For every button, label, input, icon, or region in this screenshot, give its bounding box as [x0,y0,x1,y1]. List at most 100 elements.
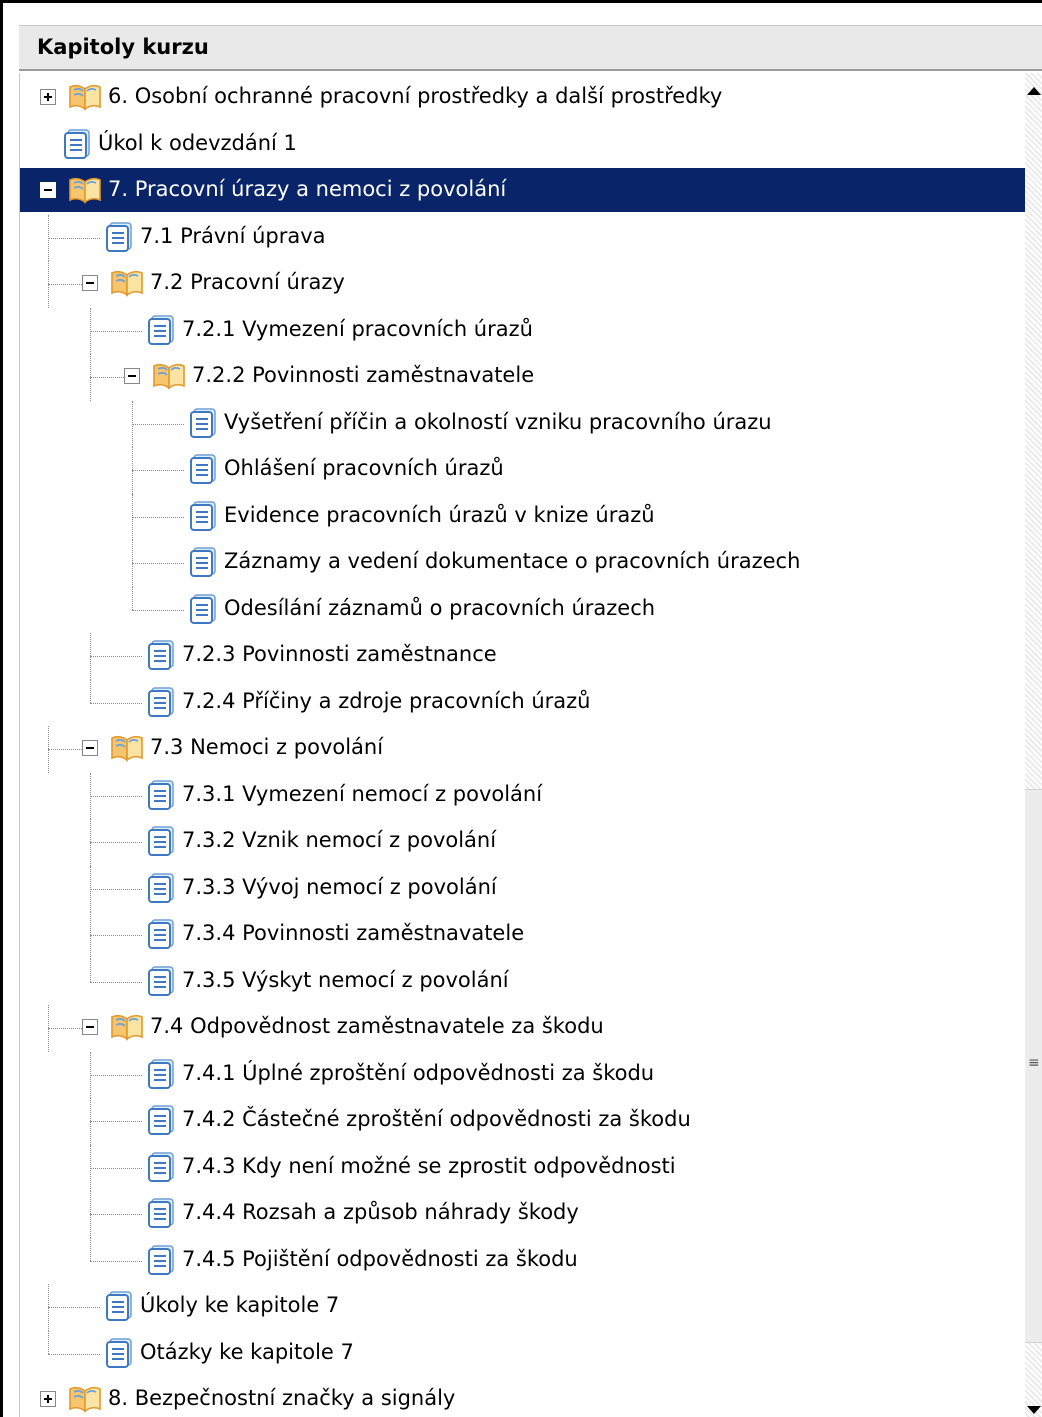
tree-node-label[interactable]: 7.3.4 Povinnosti zaměstnavatele [182,921,524,946]
tree-guide-connector [48,284,82,286]
grip-icon: ≡ [1028,1055,1040,1071]
collapse-icon[interactable] [40,182,56,198]
tree-node-label[interactable]: 7.4.4 Rozsah a způsob náhrady škody [182,1200,579,1225]
tree-node-label[interactable]: 7.2 Pracovní úrazy [150,270,345,295]
document-icon [146,1151,176,1183]
tree-node-label[interactable]: 7.1 Právní úprava [140,224,326,249]
scroll-down-icon[interactable] [1027,1406,1041,1414]
tree-node[interactable]: Úkol k odevzdání 1 [20,122,1026,166]
tree-node-label[interactable]: Úkol k odevzdání 1 [98,131,297,156]
tree-node-label[interactable]: 7.4 Odpovědnost zaměstnavatele za škodu [150,1014,604,1039]
tree-node[interactable]: 7.4.2 Částečné zproštění odpovědnosti za… [20,1098,1026,1142]
tree-node[interactable]: 7.4.4 Rozsah a způsob náhrady škody [20,1191,1026,1235]
collapse-icon[interactable] [82,275,98,291]
tree-node-label[interactable]: 7.4.3 Kdy není možné se zprostit odpověd… [182,1154,676,1179]
tree-node-label[interactable]: 7.4.2 Částečné zproštění odpovědnosti za… [182,1107,691,1132]
tree-node[interactable]: Otázky ke kapitole 7 [20,1331,1026,1375]
tree-node[interactable]: Záznamy a vedení dokumentace o pracovníc… [20,540,1026,584]
document-icon [146,314,176,346]
tree-node[interactable]: 7.3.2 Vznik nemocí z povolání [20,819,1026,863]
tree-node-label[interactable]: 7.2.2 Povinnosti zaměstnavatele [192,363,534,388]
tree-node-label[interactable]: 7.3.2 Vznik nemocí z povolání [182,828,496,853]
document-icon [188,407,218,439]
document-icon [146,965,176,997]
tree-node[interactable]: 7.3.4 Povinnosti zaměstnavatele [20,912,1026,956]
tree-guide-connector [132,609,184,611]
tree-node-label[interactable]: 7.4.5 Pojištění odpovědnosti za škodu [182,1247,578,1272]
scrollbar-thumb[interactable]: ≡ [1025,789,1042,1343]
tree-node[interactable]: 7.3.5 Výskyt nemocí z povolání [20,959,1026,1003]
chapter-tree[interactable]: 6. Osobní ochranné pracovní prostředky a… [19,73,1026,1417]
tree-node-label[interactable]: Záznamy a vedení dokumentace o pracovníc… [224,549,800,574]
document-icon [104,221,134,253]
tree-node[interactable]: 7.4.5 Pojištění odpovědnosti za škodu [20,1238,1026,1282]
tree-node[interactable]: 7.3 Nemoci z povolání [20,726,1026,770]
tree-node-label[interactable]: 7.2.4 Příčiny a zdroje pracovních úrazů [182,689,591,714]
tree-node[interactable]: 7.2 Pracovní úrazy [20,261,1026,305]
tree-guide-connector [48,749,82,751]
tree-node-label[interactable]: Odesílání záznamů o pracovních úrazech [224,596,655,621]
panel-title: Kapitoly kurzu [37,35,209,59]
tree-node[interactable]: Evidence pracovních úrazů v knize úrazů [20,494,1026,538]
tree-node-label[interactable]: Vyšetření příčin a okolností vzniku prac… [224,410,772,435]
document-icon [188,453,218,485]
document-icon [146,639,176,671]
tree-guide-connector [48,1028,82,1030]
tree-node-label[interactable]: 6. Osobní ochranné pracovní prostředky a… [108,84,722,109]
document-icon [146,1104,176,1136]
tree-node-label[interactable]: Ohlášení pracovních úrazů [224,456,504,481]
tree-node-label[interactable]: Úkoly ke kapitole 7 [140,1293,339,1318]
tree-node[interactable]: Odesílání záznamů o pracovních úrazech [20,587,1026,631]
open-book-icon [152,362,186,390]
tree-node[interactable]: 7.2.4 Příčiny a zdroje pracovních úrazů [20,680,1026,724]
open-book-icon [68,83,102,111]
tree-node-label[interactable]: 7.3.1 Vymezení nemocí z povolání [182,782,542,807]
tree-guide-connector [90,702,142,704]
tree-node-label[interactable]: Otázky ke kapitole 7 [140,1340,354,1365]
tree-guide-connector [132,470,184,472]
collapse-icon[interactable] [124,368,140,384]
scroll-up-icon[interactable] [1027,87,1041,95]
expand-icon[interactable] [40,89,56,105]
tree-node-label[interactable]: Evidence pracovních úrazů v knize úrazů [224,503,655,528]
document-icon [146,686,176,718]
tree-node-selected[interactable]: 7. Pracovní úrazy a nemoci z povolání [20,168,1026,212]
collapse-icon[interactable] [82,1019,98,1035]
tree-guide-connector [90,981,142,983]
open-book-icon [110,269,144,297]
tree-node[interactable]: 7.4.3 Kdy není možné se zprostit odpověd… [20,1145,1026,1189]
tree-node-label[interactable]: 7.2.3 Povinnosti zaměstnance [182,642,497,667]
tree-guide-connector [90,842,142,844]
tree-node[interactable]: Vyšetření příčin a okolností vzniku prac… [20,401,1026,445]
tree-node[interactable]: 7.3.3 Vývoj nemocí z povolání [20,866,1026,910]
document-icon [146,779,176,811]
tree-node[interactable]: 7.2.3 Povinnosti zaměstnance [20,633,1026,677]
tree-guide-connector [90,656,142,658]
tree-node[interactable]: 8. Bezpečnostní značky a signály [20,1377,1026,1417]
tree-node-label[interactable]: 7.3.3 Vývoj nemocí z povolání [182,875,497,900]
tree-node[interactable]: Ohlášení pracovních úrazů [20,447,1026,491]
collapse-icon[interactable] [82,740,98,756]
tree-guide-connector [90,1214,142,1216]
document-icon [188,500,218,532]
tree-guide-connector [132,516,184,518]
tree-node-label[interactable]: 7.3.5 Výskyt nemocí z povolání [182,968,509,993]
tree-node[interactable]: 7.2.1 Vymezení pracovních úrazů [20,308,1026,352]
tree-node-label[interactable]: 7.2.1 Vymezení pracovních úrazů [182,317,533,342]
tree-guide-connector [48,1307,100,1309]
tree-node[interactable]: 6. Osobní ochranné pracovní prostředky a… [20,75,1026,119]
expand-icon[interactable] [40,1391,56,1407]
tree-node-label[interactable]: 7.4.1 Úplné zproštění odpovědnosti za šk… [182,1061,654,1086]
tree-node-label[interactable]: 8. Bezpečnostní značky a signály [108,1386,455,1411]
document-icon [146,872,176,904]
tree-node[interactable]: 7.4 Odpovědnost zaměstnavatele za škodu [20,1005,1026,1049]
tree-node[interactable]: 7.1 Právní úprava [20,215,1026,259]
tree-node[interactable]: 7.4.1 Úplné zproštění odpovědnosti za šk… [20,1052,1026,1096]
tree-node[interactable]: 7.2.2 Povinnosti zaměstnavatele [20,354,1026,398]
tree-node[interactable]: Úkoly ke kapitole 7 [20,1284,1026,1328]
tree-node-label[interactable]: 7. Pracovní úrazy a nemoci z povolání [108,177,506,202]
open-book-icon [68,1385,102,1413]
tree-node[interactable]: 7.3.1 Vymezení nemocí z povolání [20,773,1026,817]
vertical-scrollbar[interactable]: ≡ [1025,73,1042,1417]
tree-node-label[interactable]: 7.3 Nemoci z povolání [150,735,383,760]
